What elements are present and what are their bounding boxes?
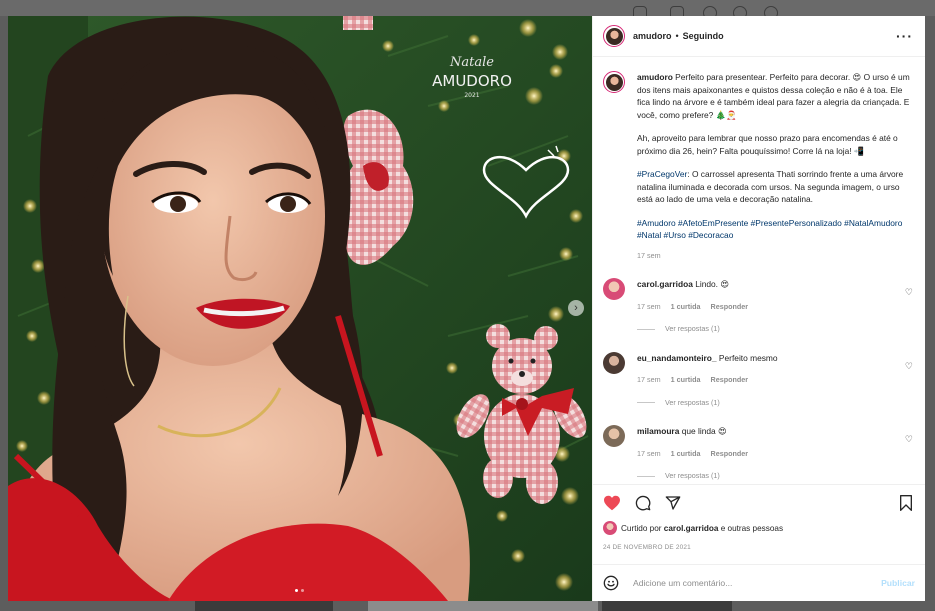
comment-username[interactable]: eu_nandamonteiro_ (637, 353, 717, 363)
comment-input[interactable] (631, 577, 882, 589)
caption-text-1: Perfeito para presentear. Perfeito para … (637, 72, 910, 120)
bookmark-icon[interactable] (899, 495, 913, 511)
carousel-dot (295, 589, 298, 592)
comment-text: Perfeito mesmo (718, 352, 778, 363)
caption-hashtags[interactable]: #Amudoro #AfetoEmPresente #PresentePerso… (637, 218, 902, 241)
liked-by-user[interactable]: carol.garridoa (664, 524, 719, 533)
caption-avatar[interactable] (603, 71, 625, 93)
background-top-bar (0, 0, 935, 16)
view-replies-label: Ver respostas (1) (665, 324, 720, 333)
watermark-brand: AMUDORO (432, 72, 512, 90)
post-actions: Curtido por carol.garridoa e outras pess… (593, 484, 925, 564)
comments-list[interactable]: amudoro Perfeito para presentear. Perfei… (593, 57, 925, 484)
liked-by-prefix: Curtido por (621, 523, 662, 533)
post-header: amudoro • Seguindo ··· (593, 16, 925, 57)
reply-button[interactable]: Responder (711, 302, 749, 311)
comment-text: Lindo. 😍 (695, 279, 730, 289)
comment-time: 17 sem (637, 375, 661, 384)
author-avatar[interactable] (603, 25, 625, 47)
post-modal: Natale AMUDORO 2021 › amudoro • Seguindo… (8, 16, 925, 601)
comment-like-icon[interactable]: ♡ (905, 286, 913, 299)
caption-time: 17 sem (637, 250, 661, 260)
emoji-icon[interactable] (603, 575, 619, 591)
background-post-card (602, 600, 732, 611)
view-replies-button[interactable]: Ver respostas (1) (637, 470, 899, 483)
view-replies-label: Ver respostas (1) (665, 397, 720, 407)
watermark-script: Natale (449, 55, 494, 70)
caption: amudoro Perfeito para presentear. Perfei… (603, 71, 913, 262)
comment-likes[interactable]: 1 curtida (671, 449, 701, 458)
view-replies-button[interactable]: Ver respostas (1) (637, 323, 899, 336)
following-button[interactable]: Seguindo (683, 31, 724, 41)
carousel-next-button[interactable]: › (568, 300, 584, 316)
post-media[interactable]: Natale AMUDORO 2021 › (8, 16, 592, 601)
like-heart-icon[interactable] (603, 495, 621, 511)
author-username[interactable]: amudoro (633, 31, 672, 41)
comment-avatar[interactable] (603, 425, 625, 447)
share-icon[interactable] (665, 495, 681, 511)
reply-button[interactable]: Responder (711, 449, 749, 458)
comment-like-icon[interactable]: ♡ (905, 360, 913, 373)
comment-username[interactable]: carol.garridoa (637, 279, 693, 289)
comment-icon[interactable] (635, 495, 651, 511)
header-separator: • (675, 31, 679, 41)
view-replies-button[interactable]: Ver respostas (1) (637, 397, 899, 410)
comment-username[interactable]: milamoura (637, 426, 679, 436)
liked-by: Curtido por carol.garridoa e outras pess… (603, 521, 913, 535)
comment-item: milamoura que linda 😍 17 sem 1 curtida Res… (603, 425, 913, 483)
liker-avatar (603, 521, 617, 535)
comment-composer: Publicar (593, 564, 925, 601)
view-replies-label: Ver respostas (1) (665, 471, 720, 480)
reply-button[interactable]: Responder (711, 375, 749, 384)
carousel-dot (301, 589, 304, 592)
hashtag-pracegover[interactable]: #PraCegoVer (637, 169, 687, 179)
comment-item: eu_nandamonteiro_ Perfeito mesmo 17 sem 1… (603, 351, 913, 410)
comment-avatar[interactable] (603, 278, 625, 300)
liked-by-suffix[interactable]: e outras pessoas (721, 524, 783, 533)
comment-avatar[interactable] (603, 351, 625, 374)
comment-likes[interactable]: 1 curtida (671, 375, 701, 384)
comment-time: 17 sem (637, 448, 661, 458)
more-options-icon[interactable]: ··· (896, 28, 913, 44)
watermark-year: 2021 (464, 92, 479, 99)
comment-like-icon[interactable]: ♡ (905, 433, 913, 446)
comment-likes[interactable]: 1 curtida (671, 302, 701, 311)
comment-time: 17 sem (637, 301, 661, 311)
post-photo: Natale AMUDORO 2021 (8, 16, 592, 601)
caption-text-2: Ah, aproveito para lembrar que nosso pra… (637, 133, 898, 156)
background-post-card (368, 600, 598, 611)
comment-item: carol.garridoa Lindo. 😍 17 sem 1 curtida R… (603, 278, 913, 336)
post-date: 24 DE NOVEMBRO DE 2021 (603, 544, 691, 551)
carousel-dots (295, 589, 304, 592)
publish-button[interactable]: Publicar (881, 578, 915, 588)
background-post-card (195, 600, 333, 611)
comment-text: que linda 😍 (681, 426, 727, 436)
post-side-panel: amudoro • Seguindo ··· amudoro Perfeito … (592, 16, 925, 601)
caption-username[interactable]: amudoro (637, 72, 673, 82)
